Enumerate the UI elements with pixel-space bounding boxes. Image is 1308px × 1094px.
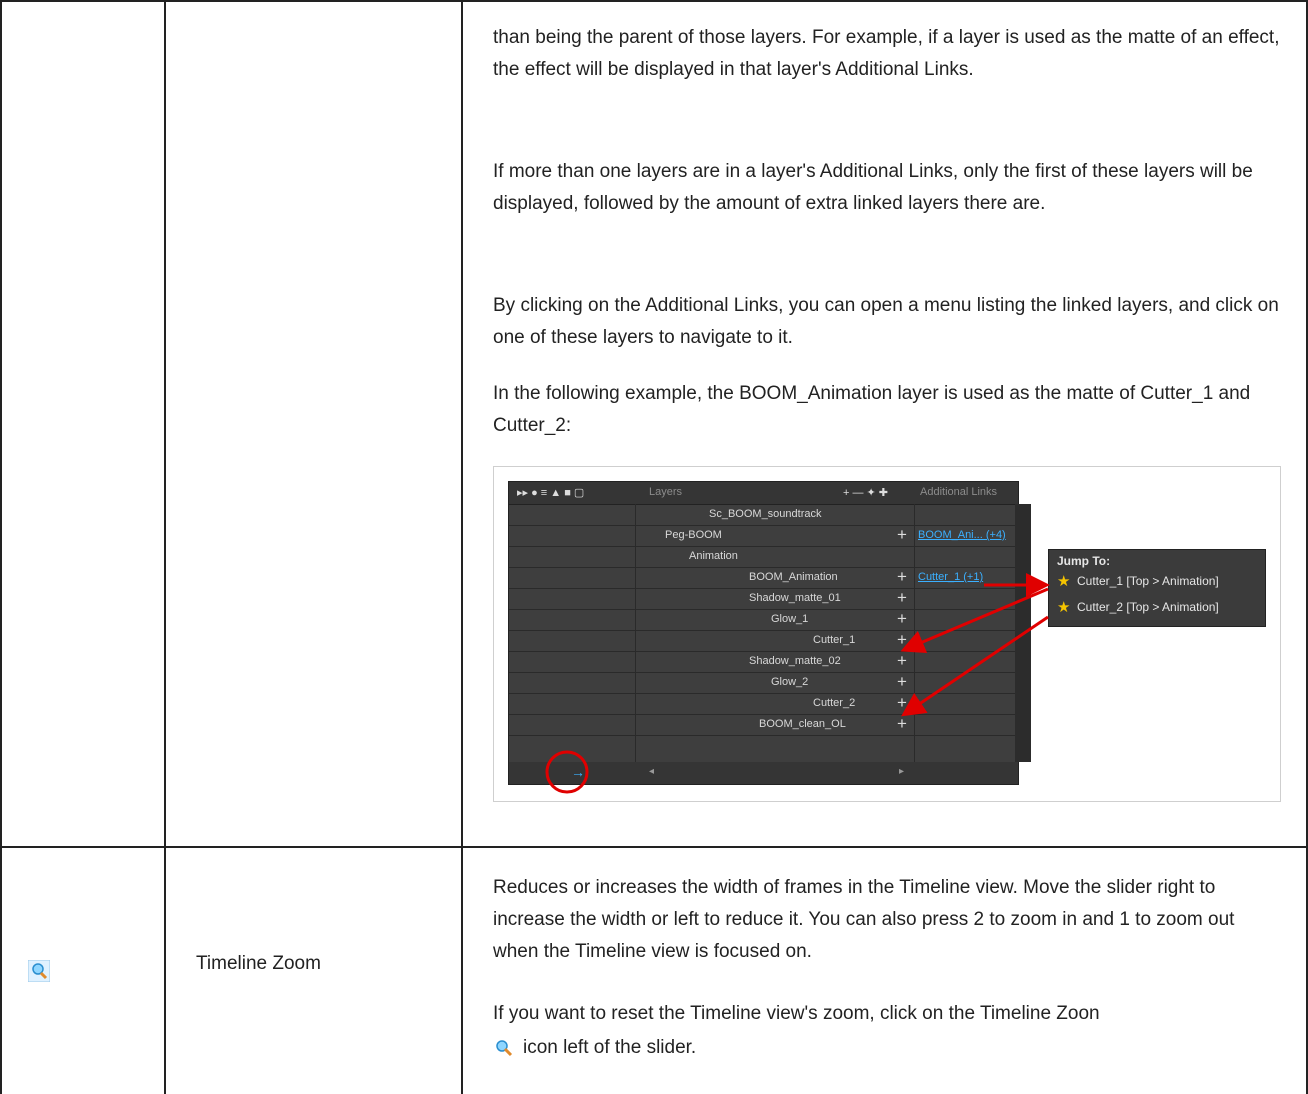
highlight-circle	[545, 750, 589, 794]
row-divider	[0, 846, 1308, 848]
row2-tool-name: Timeline Zoom	[196, 953, 321, 974]
row2-icon-line: icon left of the slider.	[493, 1032, 696, 1064]
table-border-top	[0, 0, 1308, 2]
row2-paragraph-1: Reduces or increases the width of frames…	[493, 877, 1235, 962]
column-divider-2	[461, 0, 463, 1094]
annotation-arrow	[901, 615, 1049, 717]
annotation-arrows	[545, 573, 1050, 794]
row1-paragraph-3: By clicking on the Additional Links, you…	[493, 295, 1279, 348]
column-divider-1	[164, 0, 166, 1094]
row1-paragraph-1: than being the parent of those layers. F…	[493, 27, 1280, 80]
row1-paragraph-4: In the following example, the BOOM_Anima…	[493, 383, 1251, 436]
timeline-screenshot-figure: ▸▸ ● ≡ ▲ ■ ▢ Layers + — ✦ ✚ Additional L…	[493, 466, 1281, 802]
zoom-magnifier-icon[interactable]	[493, 1037, 515, 1059]
zoom-magnifier-icon	[27, 959, 51, 983]
table-border-left	[0, 0, 2, 1094]
row1-paragraph-2: If more than one layers are in a layer's…	[493, 161, 1253, 214]
row2-paragraph-2: If you want to reset the Timeline view's…	[493, 1003, 1100, 1024]
annotation-arrow	[900, 587, 1049, 654]
row2-tail-text: icon left of the slider.	[523, 1037, 697, 1058]
